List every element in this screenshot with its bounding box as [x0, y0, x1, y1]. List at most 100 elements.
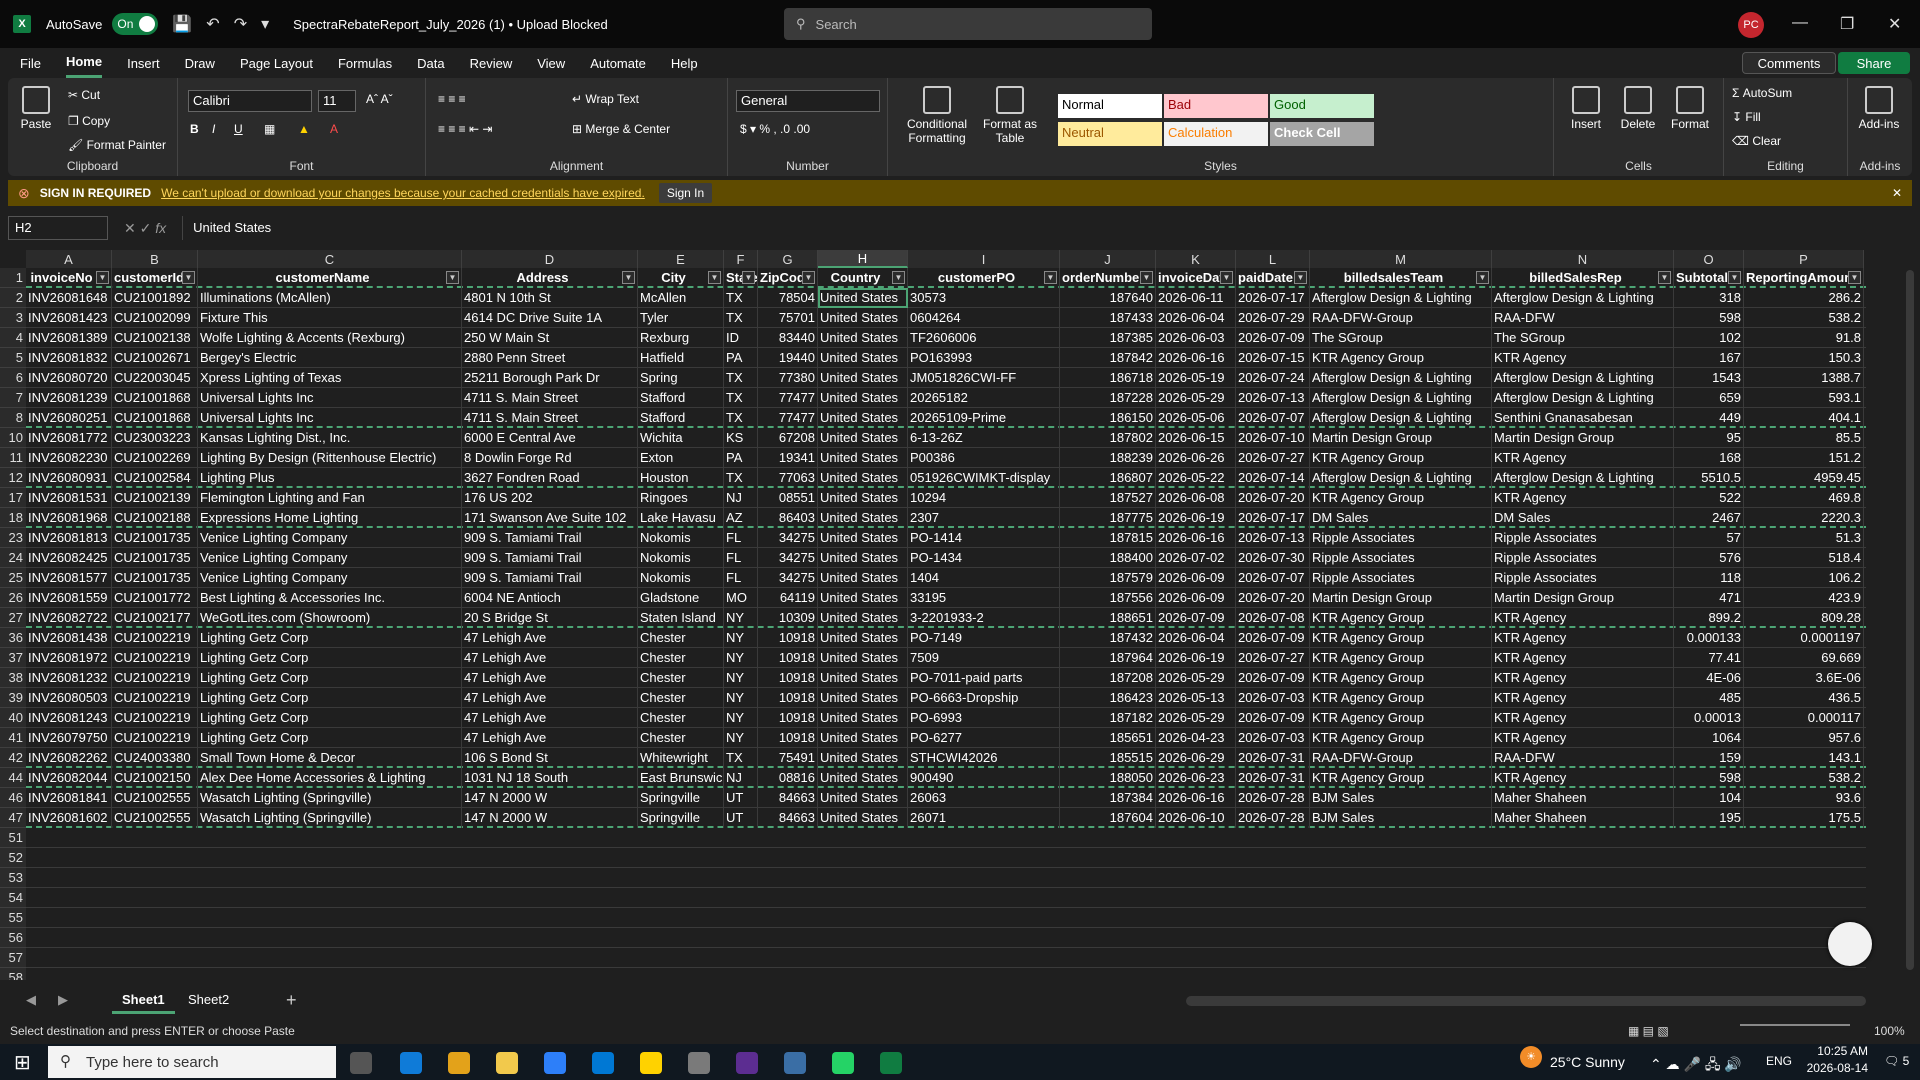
table-cell[interactable]: 2026-06-16 — [1156, 348, 1236, 368]
row-header[interactable]: 55 — [0, 908, 26, 928]
table-cell[interactable]: 30573 — [908, 288, 1060, 308]
empty-row[interactable] — [26, 968, 1866, 980]
table-cell[interactable]: 2026-07-03 — [1236, 688, 1310, 708]
autosave-toggle[interactable]: On — [112, 13, 159, 35]
table-cell[interactable]: 106 S Bond St — [462, 748, 638, 768]
table-cell[interactable]: Universal Lights Inc — [198, 388, 462, 408]
edge-icon[interactable] — [400, 1052, 422, 1074]
table-cell[interactable]: Staten Island — [638, 608, 724, 628]
table-cell[interactable]: United States — [818, 288, 908, 308]
table-cell[interactable]: 188400 — [1060, 548, 1156, 568]
tray-icons[interactable]: ⌃ ☁ 🎤 🖧 🔊 — [1650, 1054, 1742, 1078]
insert-cells-button[interactable]: Insert — [1564, 86, 1608, 131]
table-cell[interactable]: Nokomis — [638, 568, 724, 588]
language-indicator[interactable]: ENG — [1766, 1054, 1792, 1068]
table-cell[interactable]: PO-1434 — [908, 548, 1060, 568]
table-cell[interactable]: United States — [818, 608, 908, 628]
table-cell[interactable]: INV26081648 — [26, 288, 112, 308]
table-cell[interactable]: 3-2201933-2 — [908, 608, 1060, 628]
table-cell[interactable]: 25211 Borough Park Dr — [462, 368, 638, 388]
filter-dropdown-icon[interactable]: ▼ — [742, 271, 755, 284]
table-cell[interactable]: 77477 — [758, 388, 818, 408]
table-cell[interactable]: 187815 — [1060, 528, 1156, 548]
column-title[interactable]: ReportingAmount ▼ — [1744, 268, 1864, 288]
table-cell[interactable]: CU21001735 — [112, 548, 198, 568]
table-cell[interactable]: 10918 — [758, 688, 818, 708]
chat-icon[interactable] — [832, 1052, 854, 1074]
table-cell[interactable]: BJM Sales — [1310, 808, 1492, 828]
view-icons[interactable]: ▦ ▤ ▧ — [1628, 1024, 1669, 1038]
row-header[interactable]: 47 — [0, 808, 26, 828]
table-cell[interactable]: Lighting Getz Corp — [198, 628, 462, 648]
font-size-select[interactable]: 11 — [318, 90, 356, 112]
table-cell[interactable]: 436.5 — [1744, 688, 1864, 708]
table-cell[interactable]: 2026-06-16 — [1156, 528, 1236, 548]
table-cell[interactable]: United States — [818, 548, 908, 568]
table-cell[interactable]: NY — [724, 608, 758, 628]
row-header[interactable]: 27 — [0, 608, 26, 628]
table-cell[interactable]: 91.8 — [1744, 328, 1864, 348]
table-cell[interactable]: Wasatch Lighting (Springville) — [198, 788, 462, 808]
sheet-tab-sheet2[interactable]: Sheet2 — [178, 988, 239, 1014]
table-cell[interactable]: KTR Agency Group — [1310, 608, 1492, 628]
table-cell[interactable]: Wasatch Lighting (Springville) — [198, 808, 462, 828]
banner-message-link[interactable]: We can't upload or download your changes… — [161, 186, 645, 200]
paste-button[interactable]: Paste — [18, 86, 54, 131]
clock-date[interactable]: 2026-08-14 — [1800, 1061, 1868, 1075]
table-cell[interactable]: INV26081438 — [26, 628, 112, 648]
table-cell[interactable]: 187964 — [1060, 648, 1156, 668]
filter-dropdown-icon[interactable]: ▼ — [1728, 271, 1741, 284]
table-cell[interactable]: INV26080931 — [26, 468, 112, 488]
table-cell[interactable]: Lighting Plus — [198, 468, 462, 488]
column-title[interactable]: customerName ▼ — [198, 268, 462, 288]
table-cell[interactable]: 1543 — [1674, 368, 1744, 388]
table-cell[interactable]: 3627 Fondren Road — [462, 468, 638, 488]
align-left-icon[interactable]: ≡ ≡ ≡ ⇤ ⇥ — [438, 122, 492, 136]
row-header[interactable]: 6 — [0, 368, 26, 388]
table-cell[interactable]: DM Sales — [1492, 508, 1674, 528]
table-cell[interactable]: United States — [818, 668, 908, 688]
table-cell[interactable]: 469.8 — [1744, 488, 1864, 508]
table-cell[interactable]: 2026-07-07 — [1236, 408, 1310, 428]
column-header[interactable]: K — [1156, 250, 1236, 268]
table-cell[interactable]: 188239 — [1060, 448, 1156, 468]
save-icon[interactable]: 💾 — [172, 14, 192, 34]
tab-formulas[interactable]: Formulas — [338, 50, 392, 77]
table-cell[interactable]: Alex Dee Home Accessories & Lighting — [198, 768, 462, 788]
start-icon[interactable]: ⊞ — [14, 1050, 31, 1075]
customize-toolbar-icon[interactable]: ▾ — [261, 14, 269, 34]
table-cell[interactable]: INV26081772 — [26, 428, 112, 448]
avatar[interactable]: PC — [1738, 12, 1764, 38]
table-cell[interactable]: East Brunswick — [638, 768, 724, 788]
table-cell[interactable]: Chester — [638, 728, 724, 748]
table-cell[interactable]: JM051826CWI-FF — [908, 368, 1060, 388]
table-cell[interactable]: KTR Agency — [1492, 648, 1674, 668]
table-cell[interactable]: Exton — [638, 448, 724, 468]
table-cell[interactable]: KTR Agency — [1492, 628, 1674, 648]
table-cell[interactable]: TX — [724, 288, 758, 308]
table-cell[interactable]: Houston — [638, 468, 724, 488]
table-cell[interactable]: CU21001892 — [112, 288, 198, 308]
table-cell[interactable]: INV26081243 — [26, 708, 112, 728]
app2-icon[interactable] — [736, 1052, 758, 1074]
table-cell[interactable]: 186150 — [1060, 408, 1156, 428]
table-cell[interactable]: 2026-07-24 — [1236, 368, 1310, 388]
table-cell[interactable]: 2026-06-11 — [1156, 288, 1236, 308]
clock-time[interactable]: 10:25 AM — [1808, 1044, 1868, 1058]
table-cell[interactable]: 151.2 — [1744, 448, 1864, 468]
table-cell[interactable]: United States — [818, 808, 908, 828]
table-cell[interactable]: KTR Agency Group — [1310, 768, 1492, 788]
formula-input[interactable]: United States — [182, 216, 1920, 240]
table-cell[interactable]: 186807 — [1060, 468, 1156, 488]
table-cell[interactable]: 2026-07-31 — [1236, 748, 1310, 768]
column-header[interactable]: G — [758, 250, 818, 268]
horizontal-scrollbar[interactable] — [1186, 996, 1866, 1006]
column-title[interactable]: paidDate ▼ — [1236, 268, 1310, 288]
table-cell[interactable]: Rexburg — [638, 328, 724, 348]
table-cell[interactable]: CU21002555 — [112, 788, 198, 808]
table-cell[interactable]: PA — [724, 348, 758, 368]
table-cell[interactable]: Afterglow Design & Lighting — [1310, 288, 1492, 308]
table-cell[interactable]: Chester — [638, 688, 724, 708]
table-cell[interactable]: 187228 — [1060, 388, 1156, 408]
table-cell[interactable]: Afterglow Design & Lighting — [1492, 388, 1674, 408]
